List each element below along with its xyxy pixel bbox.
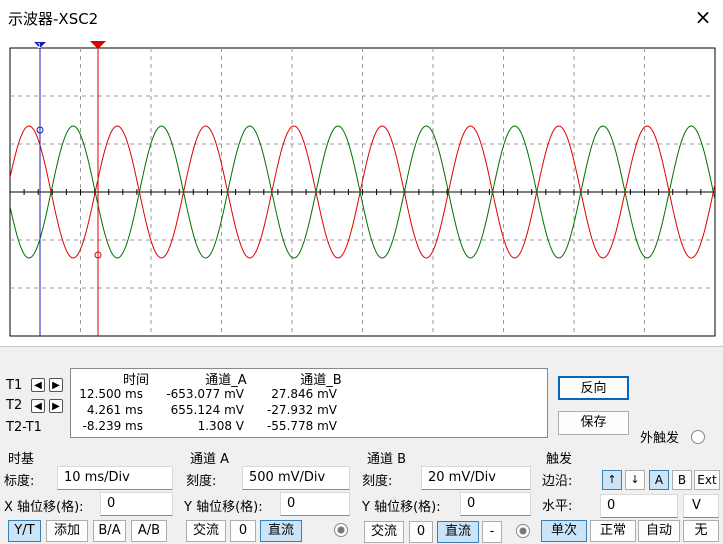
t2-t1-label: T2-T1 bbox=[6, 420, 42, 435]
channel-b-zero-button[interactable]: 0 bbox=[409, 521, 433, 543]
channel-b-scale-field[interactable]: 20 mV/Div bbox=[421, 466, 531, 490]
col-header-time: 时间 bbox=[122, 373, 149, 388]
reverse-button[interactable]: 反向 bbox=[558, 376, 629, 400]
channel-b-title: 通道 B bbox=[367, 452, 407, 467]
trigger-source-a-button[interactable]: A bbox=[649, 470, 669, 490]
table-cell: 655.124 mV bbox=[170, 403, 244, 417]
t1-right-arrow-icon[interactable]: ▶ bbox=[49, 378, 63, 392]
ext-trigger-radio[interactable] bbox=[691, 430, 705, 444]
title-bar bbox=[0, 0, 723, 36]
window-title: 示波器-XSC2 bbox=[8, 10, 99, 28]
table-cell: 12.500 ms bbox=[79, 387, 143, 401]
channel-a-color-indicator[interactable] bbox=[334, 523, 348, 537]
t2-right-arrow-icon[interactable]: ▶ bbox=[49, 399, 63, 413]
col-header-channel-a: 通道_A bbox=[205, 373, 247, 388]
channel-a-ypos-field[interactable]: 0 bbox=[280, 492, 350, 516]
channel-b-ypos-label: Y 轴位移(格): bbox=[362, 500, 441, 515]
table-cell: 1.308 V bbox=[197, 419, 244, 433]
measurement-table: 时间 通道_A 通道_B 12.500 ms -653.077 mV 27.84… bbox=[70, 368, 548, 438]
channel-a-scale-field[interactable]: 500 mV/Div bbox=[242, 466, 350, 490]
trigger-level-unit[interactable]: V bbox=[683, 494, 719, 518]
trigger-single-button[interactable]: 单次 bbox=[541, 520, 587, 542]
timebase-scale-field[interactable]: 10 ms/Div bbox=[57, 466, 173, 490]
channel-a-dc-button[interactable]: 直流 bbox=[260, 520, 302, 542]
mode-ab-button[interactable]: A/B bbox=[131, 520, 167, 542]
trigger-title: 触发 bbox=[546, 452, 573, 467]
mode-yt-button[interactable]: Y/T bbox=[8, 520, 41, 542]
channel-b-minus-button[interactable]: - bbox=[482, 521, 502, 543]
trigger-level-field[interactable]: 0 bbox=[600, 494, 678, 518]
table-cell: 4.261 ms bbox=[86, 403, 143, 417]
t2-label: T2 bbox=[6, 398, 23, 413]
table-cell: -8.239 ms bbox=[82, 419, 143, 433]
channel-b-scale-label: 刻度: bbox=[362, 474, 393, 489]
channel-b-ypos-field[interactable]: 0 bbox=[460, 492, 531, 516]
trigger-normal-button[interactable]: 正常 bbox=[590, 520, 636, 542]
channel-a-ac-button[interactable]: 交流 bbox=[186, 520, 226, 542]
trigger-source-b-button[interactable]: B bbox=[672, 470, 692, 490]
channel-a-zero-button[interactable]: 0 bbox=[230, 520, 256, 542]
channel-a-title: 通道 A bbox=[190, 452, 230, 467]
timebase-xpos-label: X 轴位移(格): bbox=[4, 500, 84, 515]
edge-rising-icon[interactable]: ↑ bbox=[602, 470, 622, 490]
channel-b-dc-button[interactable]: 直流 bbox=[437, 521, 479, 543]
trigger-none-button[interactable]: 无 bbox=[683, 520, 719, 542]
t1-left-arrow-icon[interactable]: ◀ bbox=[31, 378, 45, 392]
cursor-t1-number: 1 bbox=[37, 42, 41, 50]
table-cell: 27.846 mV bbox=[271, 387, 337, 401]
trigger-auto-button[interactable]: 自动 bbox=[638, 520, 680, 542]
t2-left-arrow-icon[interactable]: ◀ bbox=[31, 399, 45, 413]
mode-ba-button[interactable]: B/A bbox=[93, 520, 126, 542]
trigger-level-label: 水平: bbox=[542, 499, 573, 514]
table-cell: -27.932 mV bbox=[266, 403, 337, 417]
save-button[interactable]: 保存 bbox=[558, 411, 629, 435]
mode-add-button[interactable]: 添加 bbox=[46, 520, 88, 542]
trigger-edge-label: 边沿: bbox=[542, 474, 573, 489]
close-icon[interactable]: × bbox=[692, 6, 714, 28]
channel-a-ypos-label: Y 轴位移(格): bbox=[184, 500, 263, 515]
col-header-channel-b: 通道_B bbox=[300, 373, 342, 388]
timebase-xpos-field[interactable]: 0 bbox=[100, 492, 173, 516]
t1-label: T1 bbox=[6, 378, 23, 393]
trigger-source-ext-button[interactable]: Ext bbox=[694, 470, 720, 490]
timebase-scale-label: 标度: bbox=[4, 474, 35, 489]
ext-trigger-label: 外触发 bbox=[640, 431, 680, 446]
scope-display[interactable]: 1 bbox=[0, 36, 723, 346]
channel-a-scale-label: 刻度: bbox=[186, 474, 217, 489]
channel-b-color-indicator[interactable] bbox=[516, 524, 530, 538]
edge-falling-icon[interactable]: ↓ bbox=[625, 470, 645, 490]
table-cell: -653.077 mV bbox=[166, 387, 244, 401]
timebase-title: 时基 bbox=[8, 452, 35, 467]
table-cell: -55.778 mV bbox=[266, 419, 337, 433]
channel-b-ac-button[interactable]: 交流 bbox=[364, 521, 404, 543]
